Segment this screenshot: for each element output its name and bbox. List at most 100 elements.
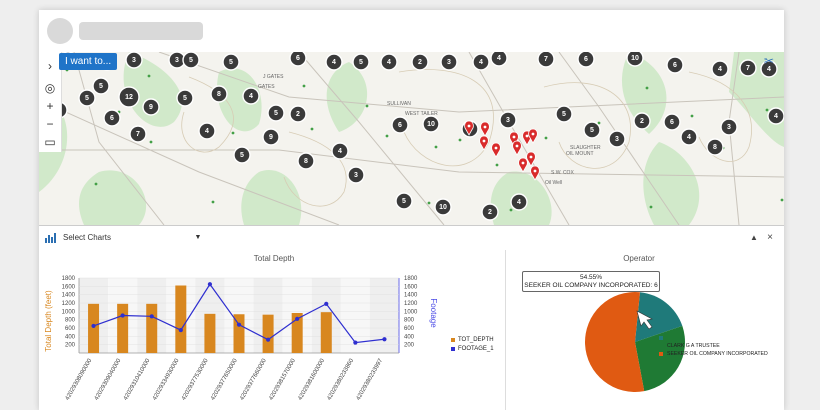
depth-bar[interactable] [204, 313, 216, 353]
map-cluster-marker[interactable]: 9 [262, 128, 280, 146]
chevron-right-icon[interactable]: › [42, 58, 58, 74]
depth-bar[interactable] [117, 303, 129, 353]
map-cluster-marker[interactable]: 5 [352, 53, 370, 71]
map-cluster-marker[interactable]: 7 [739, 59, 757, 77]
map-cluster-marker[interactable]: 3 [347, 166, 365, 184]
map-cluster-count: 5 [402, 198, 406, 205]
map-cluster-count: 2 [640, 118, 644, 125]
map-cluster-marker[interactable]: 3 [720, 118, 738, 136]
map-point-marker [147, 74, 151, 78]
map-cluster-marker[interactable]: 8 [210, 85, 228, 103]
map-cluster-marker[interactable]: 3 [499, 111, 517, 129]
footage-point[interactable] [236, 322, 242, 327]
map-cluster-marker[interactable]: 2 [411, 53, 429, 71]
footage-point[interactable] [178, 327, 183, 333]
map-cluster-marker[interactable]: 12 [118, 86, 140, 108]
footage-point[interactable] [353, 340, 358, 345]
app-window: J GATES GATES SULLIVAN WEST TAILER SLAUGHTER… [39, 10, 784, 410]
map-cluster-marker[interactable]: 10 [422, 115, 440, 133]
footage-point[interactable] [91, 323, 96, 329]
map-area[interactable]: J GATES GATES SULLIVAN WEST TAILER SLAUGHTER… [39, 52, 784, 225]
map-cluster-marker[interactable]: 5 [182, 52, 200, 69]
map-cluster-marker[interactable]: 4 [325, 53, 343, 71]
depth-bar[interactable] [175, 285, 187, 354]
map-cluster-marker[interactable]: 10 [434, 198, 452, 216]
left-y-tick: 1600 [62, 284, 76, 290]
map-cluster-marker[interactable]: 6 [289, 52, 307, 67]
depth-bar[interactable] [146, 303, 158, 353]
map-cluster-marker[interactable]: 3 [125, 52, 143, 69]
footage-point[interactable] [324, 301, 329, 306]
collapse-icon[interactable]: ▲ [748, 230, 760, 246]
map-cluster-marker[interactable]: 5 [176, 89, 194, 107]
map-cluster-count: 7 [136, 131, 140, 138]
footage-point[interactable] [207, 282, 213, 287]
map-cluster-marker[interactable]: 5 [555, 105, 573, 123]
map-cluster-marker[interactable]: 6 [577, 52, 595, 68]
zoom-out-icon[interactable]: − [42, 116, 58, 132]
footage-point[interactable] [382, 337, 387, 342]
map-cluster-count: 5 [189, 57, 193, 64]
locate-icon[interactable]: ◎ [42, 80, 58, 96]
map-svg[interactable]: J GATESGATESSULLIVANWEST TAILERSLAUGHTER… [39, 52, 784, 225]
map-cluster-marker[interactable]: 8 [706, 138, 724, 156]
map-cluster-marker[interactable]: 6 [391, 116, 409, 134]
map-cluster-marker[interactable]: 4 [680, 128, 698, 146]
map-cluster-marker[interactable]: 5 [583, 121, 601, 139]
footage-point[interactable] [265, 337, 271, 342]
zoom-in-icon[interactable]: + [42, 98, 58, 114]
map-cluster-marker[interactable]: 4 [711, 60, 729, 78]
map-cluster-marker[interactable]: 5 [233, 146, 251, 164]
right-y-tick: 200 [404, 343, 415, 349]
map-cluster-count: 5 [562, 111, 566, 118]
map-cluster-marker[interactable]: 7 [537, 52, 555, 68]
close-icon[interactable]: × [764, 230, 776, 246]
map-cluster-marker[interactable]: 10 [626, 52, 644, 67]
map-cluster-marker[interactable]: 4 [510, 193, 528, 211]
map-cluster-marker[interactable]: 4 [472, 53, 490, 71]
map-cluster-marker[interactable]: 6 [666, 56, 684, 74]
layers-icon[interactable]: ▭ [42, 134, 58, 150]
depth-bar[interactable] [262, 314, 274, 353]
map-cluster-marker[interactable]: 5 [92, 77, 110, 95]
map-cluster-marker[interactable]: 3 [440, 53, 458, 71]
share-icon[interactable]: ✂ [762, 54, 776, 68]
footage-point[interactable] [120, 313, 125, 318]
map-cluster-marker[interactable]: 7 [129, 125, 147, 143]
map-cluster-marker[interactable]: 5 [267, 104, 285, 122]
i-want-to-button[interactable]: I want to... [59, 53, 118, 70]
right-y-tick: 1000 [404, 309, 418, 315]
map-cluster-marker[interactable]: 4 [490, 52, 508, 67]
map-cluster-marker[interactable]: 2 [633, 112, 651, 130]
left-y-tick: 200 [65, 343, 76, 349]
x-tick-label: 42029334930000 [152, 357, 181, 401]
map-cluster-marker[interactable]: 4 [331, 142, 349, 160]
map-cluster-marker[interactable]: 3 [608, 130, 626, 148]
map-cluster-marker[interactable]: 9 [142, 98, 160, 116]
total-depth-chart[interactable]: 200 200 400 400 600 600 800 800 1000 1000 1200 1200… [39, 250, 499, 410]
map-cluster-count: 10 [631, 55, 639, 62]
map-cluster-count: 4 [718, 66, 722, 73]
footage-point[interactable] [295, 316, 300, 321]
map-cluster-marker[interactable]: 4 [380, 53, 398, 71]
map-cluster-marker[interactable]: 2 [481, 203, 499, 221]
map-cluster-marker[interactable]: 2 [289, 105, 307, 123]
map-cluster-count: 3 [727, 124, 731, 131]
chevron-down-icon[interactable]: ▼ [194, 230, 202, 246]
map-cluster-marker[interactable]: 5 [78, 89, 96, 107]
map-point-marker [495, 163, 499, 167]
select-charts-dropdown[interactable]: Select Charts [63, 230, 203, 246]
depth-bar[interactable] [88, 303, 100, 353]
map-cluster-marker[interactable]: 4 [198, 122, 216, 140]
map-cluster-marker[interactable]: 4 [767, 107, 784, 125]
map-cluster-marker[interactable]: 6 [663, 113, 681, 131]
map-cluster-count: 10 [427, 121, 435, 128]
map-cluster-marker[interactable]: 8 [297, 152, 315, 170]
map-cluster-marker[interactable]: 4 [242, 87, 260, 105]
depth-bar[interactable] [320, 312, 332, 353]
map-cluster-marker[interactable]: 5 [395, 192, 413, 210]
footage-point[interactable] [149, 314, 154, 319]
map-cluster-count: 5 [274, 110, 278, 117]
map-cluster-marker[interactable]: 5 [222, 53, 240, 71]
map-cluster-marker[interactable]: 6 [103, 109, 121, 127]
